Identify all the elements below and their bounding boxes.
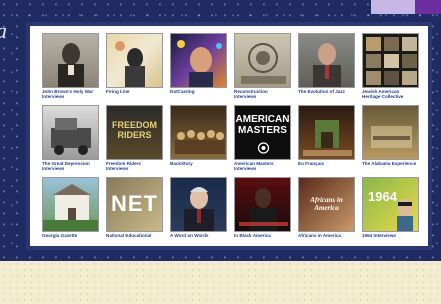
collection-thumbnail[interactable] (42, 105, 99, 160)
collection-title[interactable]: Jewish American Heritage Collective (362, 89, 419, 100)
collection-tile-1964-interviews[interactable]: 1964 1964 Interviews (362, 177, 419, 243)
collection-tile-evolution-of-jazz[interactable]: The Evolution of Jazz (298, 33, 355, 99)
collection-title[interactable]: A Word on Words (170, 233, 227, 244)
collection-title[interactable]: The Great Depression Interviews (42, 161, 99, 172)
collection-tile-freedom-riders[interactable]: FREEDOM RIDERS Freedom Riders Interviews (106, 105, 163, 171)
collection-title[interactable]: Freedom Riders Interviews (106, 161, 163, 172)
thumbnail-overlay-text: Africans in America (310, 196, 343, 212)
collection-tile-backstory[interactable]: BackStory (170, 105, 227, 171)
corner-tab-purple (415, 0, 441, 14)
collection-thumbnail[interactable] (170, 105, 227, 160)
collection-tile-georgia-gazette[interactable]: Georgia Gazette (42, 177, 99, 243)
collections-panel: John Brown's Holy War Interviews Firing … (30, 26, 428, 246)
paper-texture-band (0, 261, 441, 304)
collection-title[interactable]: Reconstruction Interviews (234, 89, 291, 100)
collection-title[interactable]: En Français (298, 161, 355, 172)
collection-tile-firing-line[interactable]: Firing Line (106, 33, 163, 99)
collection-thumbnail[interactable]: FREEDOM RIDERS (106, 105, 163, 160)
collection-thumbnail[interactable] (42, 33, 99, 88)
collection-title[interactable]: American Masters Interviews (234, 161, 291, 172)
collection-tile-reconstruction[interactable]: Reconstruction Interviews (234, 33, 291, 99)
collection-title[interactable]: Africans in America (298, 233, 355, 244)
thumbnail-overlay-text: FREEDOM RIDERS (112, 120, 157, 140)
collection-title[interactable]: John Brown's Holy War Interviews (42, 89, 99, 100)
background-heading-fragment: a (0, 18, 8, 44)
collection-title[interactable]: 1964 Interviews (362, 233, 419, 244)
collection-title[interactable]: The Evolution of Jazz (298, 89, 355, 100)
collection-thumbnail[interactable] (362, 33, 419, 88)
collection-title[interactable]: BackStory (170, 161, 227, 172)
collection-thumbnail[interactable]: NET (106, 177, 163, 232)
collection-thumbnail[interactable] (234, 177, 291, 232)
collection-tile-en-francais[interactable]: En Français (298, 105, 355, 171)
collections-grid: John Brown's Holy War Interviews Firing … (42, 33, 419, 243)
collection-thumbnail[interactable]: AMERICAN MASTERS (234, 105, 291, 160)
collection-title[interactable]: DotCasting (170, 89, 227, 100)
collection-tile-american-masters[interactable]: AMERICAN MASTERS American Masters Interv… (234, 105, 291, 171)
collection-thumbnail[interactable] (170, 177, 227, 232)
collection-thumbnail[interactable] (170, 33, 227, 88)
collection-thumbnail[interactable] (362, 105, 419, 160)
collection-thumbnail[interactable] (42, 177, 99, 232)
collection-thumbnail[interactable] (298, 105, 355, 160)
collection-tile-jewish-american[interactable]: Jewish American Heritage Collective (362, 33, 419, 99)
collection-thumbnail[interactable] (298, 33, 355, 88)
collection-tile-africans-in-america[interactable]: Africans in America Africans in America (298, 177, 355, 243)
collection-tile-in-black-america[interactable]: In Black America (234, 177, 291, 243)
collection-tile-john-brown[interactable]: John Brown's Holy War Interviews (42, 33, 99, 99)
collection-title[interactable]: Firing Line (106, 89, 163, 100)
collection-title[interactable]: In Black America (234, 233, 291, 244)
collection-tile-alabama-experience[interactable]: The Alabama Experience (362, 105, 419, 171)
collection-thumbnail[interactable] (106, 33, 163, 88)
collection-title[interactable]: Georgia Gazette (42, 233, 99, 244)
collection-thumbnail[interactable]: Africans in America (298, 177, 355, 232)
thumbnail-overlay-text: NET (111, 191, 158, 216)
collection-tile-dotcasting[interactable]: DotCasting (170, 33, 227, 99)
collection-tile-word-on-words[interactable]: A Word on Words (170, 177, 227, 243)
collection-thumbnail[interactable] (234, 33, 291, 88)
collection-title[interactable]: National Educational (106, 233, 163, 244)
collection-title[interactable]: The Alabama Experience (362, 161, 419, 172)
collection-thumbnail[interactable]: 1964 (362, 177, 419, 232)
collection-tile-national-educational[interactable]: NET National Educational (106, 177, 163, 243)
collection-tile-great-depression[interactable]: The Great Depression Interviews (42, 105, 99, 171)
